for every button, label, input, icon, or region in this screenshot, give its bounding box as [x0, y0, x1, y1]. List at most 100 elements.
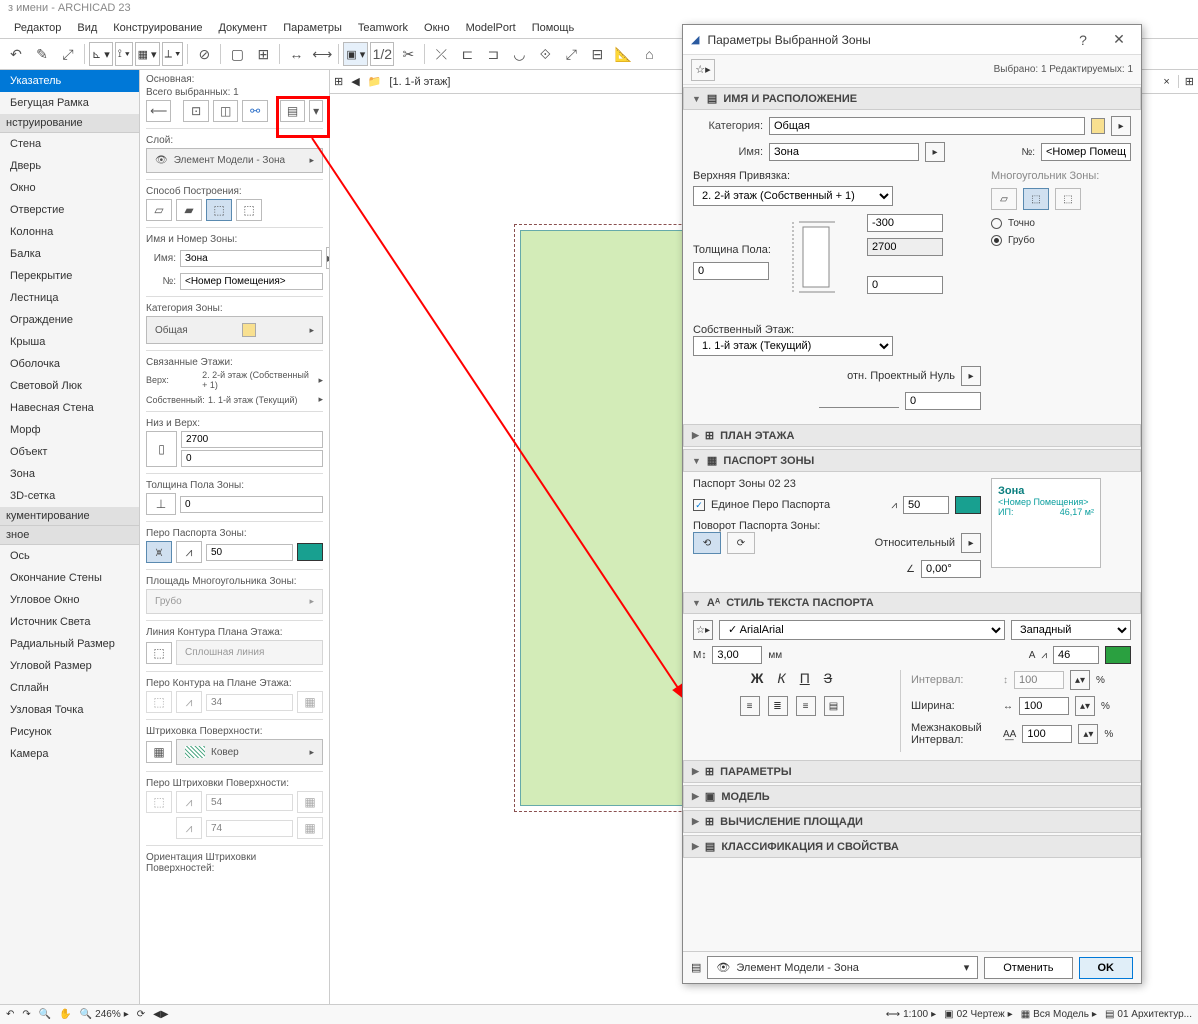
toolbar-extend-icon[interactable]: ⊐ [481, 42, 505, 66]
top-link-select[interactable]: 2. 2-й этаж (Собственный + 1) [693, 186, 893, 206]
settings-dialog-icon[interactable]: ▤ [280, 100, 305, 122]
hatch-selector[interactable]: Ковер ▸ [176, 739, 323, 765]
pen-mode2-icon[interactable]: ⩘ [176, 541, 202, 563]
toolbar-dim1-icon[interactable]: ↔ [284, 42, 308, 66]
tool-hotspot[interactable]: Узловая Точка [0, 699, 139, 721]
width-step-icon[interactable]: ▴▾ [1075, 696, 1095, 716]
sb-hand-icon[interactable]: ✋ [59, 1009, 71, 1020]
menu-modelport[interactable]: ModelPort [460, 20, 522, 36]
ok-button[interactable]: OK [1079, 957, 1134, 979]
align-left-icon[interactable]: ≡ [740, 696, 760, 716]
method-2-icon[interactable]: ▰ [176, 199, 202, 221]
menu-params[interactable]: Параметры [277, 20, 348, 36]
name-field[interactable] [769, 143, 919, 161]
poly-mode1-icon[interactable]: ▱ [991, 188, 1017, 210]
proj-zero-arrow-icon[interactable]: ▸ [961, 366, 981, 386]
section-zone-stamp[interactable]: ▼▦ ПАСПОРТ ЗОНЫ [683, 449, 1141, 472]
tool-column[interactable]: Колонна [0, 221, 139, 243]
num-field[interactable] [1041, 143, 1131, 161]
tool-skylight[interactable]: Световой Люк [0, 375, 139, 397]
toolbar-edit-icon[interactable]: ✎ [30, 42, 54, 66]
tool-angdim[interactable]: Угловой Размер [0, 655, 139, 677]
align-center-icon[interactable]: ≣ [768, 696, 788, 716]
menu-construct[interactable]: Конструирование [107, 20, 208, 36]
scale-value[interactable]: 1:100 [903, 1009, 928, 1020]
layer-selector[interactable]: 👁 Элемент Модели - Зона ▸ [146, 148, 323, 173]
floor-thick-input[interactable] [180, 496, 323, 513]
poly-exact-radio[interactable] [991, 218, 1002, 229]
link-icon[interactable]: ⚯ [242, 100, 267, 122]
tool-slab[interactable]: Перекрытие [0, 265, 139, 287]
stamp-pen-field[interactable] [903, 496, 949, 514]
tool-morph[interactable]: Морф [0, 419, 139, 441]
select-mode-2-icon[interactable]: ◫ [213, 100, 238, 122]
tool-wallend[interactable]: Окончание Стены [0, 567, 139, 589]
font-select[interactable]: ✓ ArialArial [719, 620, 1005, 640]
contour-selector[interactable]: Сплошная линия [176, 640, 323, 665]
tool-shell[interactable]: Оболочка [0, 353, 139, 375]
tab-close-icon[interactable]: × [1163, 76, 1169, 88]
method-3-icon[interactable]: ⬚ [206, 199, 232, 221]
spacing-step-icon[interactable]: ▴▾ [1070, 670, 1090, 690]
kern-field[interactable] [1022, 725, 1072, 743]
toolbar-marker[interactable]: ▣ ▾ [343, 42, 368, 66]
cpen-swatch-icon[interactable]: ▦ [297, 691, 323, 713]
width-field[interactable] [1019, 697, 1069, 715]
align-right-icon[interactable]: ≡ [796, 696, 816, 716]
poly-mode2-icon[interactable]: ⬚ [1023, 188, 1049, 210]
cpen2-icon[interactable]: ⩘ [176, 691, 202, 713]
height-bot-input[interactable] [181, 450, 323, 467]
zoom-value[interactable]: 246% [95, 1009, 121, 1020]
hpen2-icon[interactable]: ⩘ [176, 791, 202, 813]
toolbar-home-icon[interactable]: ⌂ [637, 42, 661, 66]
toolbar-ruler[interactable]: ⟂ ▾ [162, 42, 184, 66]
toolbar-offset-icon[interactable]: ⟐ [533, 42, 557, 66]
geometry-method-1-icon[interactable]: ⟵ [146, 100, 171, 122]
linked-own-val[interactable]: 1. 1-й этаж (Текущий) [208, 395, 297, 405]
section-area-calc[interactable]: ▶⊞ВЫЧИСЛЕНИЕ ПЛОЩАДИ [683, 810, 1141, 833]
rot-mode2-icon[interactable]: ⟳ [727, 532, 755, 554]
close-icon[interactable]: ✕ [1105, 28, 1133, 52]
menu-window[interactable]: Окно [418, 20, 456, 36]
category-field[interactable] [769, 117, 1085, 135]
section-text-style[interactable]: ▼Aᴬ СТИЛЬ ТЕКСТА ПАСПОРТА [683, 592, 1141, 614]
tool-beam[interactable]: Балка [0, 243, 139, 265]
section-model[interactable]: ▶▣МОДЕЛЬ [683, 785, 1141, 808]
tool-pointer[interactable]: Указатель [0, 70, 139, 92]
hatch-icon[interactable]: ▦ [146, 741, 172, 763]
category-swatch[interactable] [1091, 118, 1105, 134]
name-arrow-icon[interactable]: ▸ [925, 142, 945, 162]
select-mode-1-icon[interactable]: ⊡ [183, 100, 208, 122]
area-mode-selector[interactable]: Грубо ▸ [146, 589, 323, 614]
toolbar-dim2-icon[interactable]: ⟷ [310, 42, 334, 66]
tool-spline[interactable]: Сплайн [0, 677, 139, 699]
name-input[interactable] [180, 250, 322, 267]
pen-swatch[interactable] [297, 543, 323, 561]
menu-view[interactable]: Вид [71, 20, 103, 36]
sb-redo-icon[interactable]: ↷ [22, 1009, 30, 1020]
kern-step-icon[interactable]: ▴▾ [1078, 724, 1098, 744]
tool-roof[interactable]: Крыша [0, 331, 139, 353]
tool-marquee[interactable]: Бегущая Рамка [0, 92, 139, 114]
toolbar-fillet-icon[interactable]: ◡ [507, 42, 531, 66]
menu-teamwork[interactable]: Teamwork [352, 20, 414, 36]
cpen-icon[interactable]: ⬚ [146, 691, 172, 713]
tool-drawing[interactable]: Рисунок [0, 721, 139, 743]
sb-undo-icon[interactable]: ↶ [6, 1009, 14, 1020]
hpen1-swatch[interactable]: ▦ [297, 791, 323, 813]
category-selector[interactable]: Общая ▸ [146, 316, 323, 344]
category-arrow-icon[interactable]: ▸ [1111, 116, 1131, 136]
tool-door[interactable]: Дверь [0, 155, 139, 177]
hpen3-icon[interactable]: ⩘ [176, 817, 202, 839]
num-input[interactable] [180, 273, 323, 290]
tool-curtain[interactable]: Навесная Стена [0, 397, 139, 419]
toolbar-eyedrop-icon[interactable]: ⤢ [56, 42, 80, 66]
toolbar-num-icon[interactable]: 1/2 [370, 42, 394, 66]
align-justify-icon[interactable]: ▤ [824, 696, 844, 716]
sb-zoom-icon[interactable]: 🔍 [39, 1009, 51, 1020]
linked-top-val[interactable]: 2. 2-й этаж (Собственный + 1) [202, 370, 314, 390]
tool-rail[interactable]: Ограждение [0, 309, 139, 331]
tool-window[interactable]: Окно [0, 177, 139, 199]
tab-prev-icon[interactable]: ◀ [351, 75, 359, 88]
dialog-layer-selector[interactable]: 👁 Элемент Модели - Зона ▾ [707, 956, 978, 979]
